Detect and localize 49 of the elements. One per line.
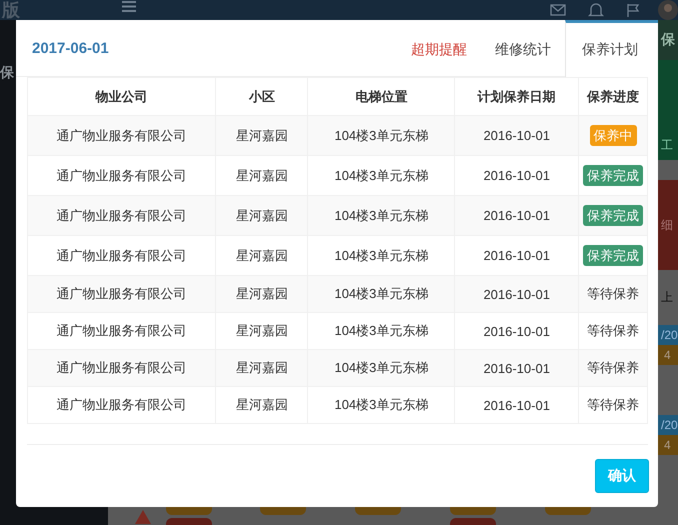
panel-text: 4 — [663, 438, 671, 452]
table-cell: 104楼3单元东梯 — [308, 350, 455, 386]
table-cell: 星河嘉园 — [216, 196, 308, 236]
badge-shape — [166, 518, 212, 525]
bell-icon[interactable] — [588, 3, 604, 17]
tab[interactable]: 超期提醒 — [397, 20, 481, 76]
table-cell: 等待保养 — [578, 276, 648, 312]
menu-icon[interactable] — [122, 0, 136, 12]
tab[interactable]: 维修统计 — [481, 20, 565, 76]
dialog-title: 2017-06-01 — [32, 40, 109, 56]
table-cell: 104楼3单元东梯 — [308, 386, 455, 424]
table-cell: 等待保养 — [578, 350, 648, 386]
mail-icon[interactable] — [550, 4, 566, 16]
table-cell: 等待保养 — [578, 386, 648, 424]
table-cell: 通广物业服务有限公司 — [28, 116, 216, 156]
table-cell: 通广物业服务有限公司 — [28, 386, 216, 424]
table-cell: 2016-10-01 — [454, 350, 578, 386]
table-cell: 星河嘉园 — [216, 116, 308, 156]
table-cell: 星河嘉园 — [216, 350, 308, 386]
status-badge: 保养中 — [590, 125, 636, 146]
panel-text: /20 — [660, 328, 678, 342]
column-header: 物业公司 — [28, 78, 216, 116]
table-cell: 104楼3单元东梯 — [308, 116, 455, 156]
status-badge: 保养完成 — [583, 205, 643, 226]
tab[interactable]: 保养计划 — [565, 20, 658, 77]
column-header: 电梯位置 — [308, 78, 455, 116]
table-cell: 2016-10-01 — [454, 116, 578, 156]
table-cell: 通广物业服务有限公司 — [28, 350, 216, 386]
table-cell: 通广物业服务有限公司 — [28, 276, 216, 312]
table-cell: 2016-10-01 — [454, 386, 578, 424]
panel-text: 工 — [660, 136, 673, 154]
table-cell: 2016-10-01 — [454, 196, 578, 236]
table-cell: 104楼3单元东梯 — [308, 276, 455, 312]
panel-text: 4 — [663, 348, 671, 362]
table-cell: 星河嘉园 — [216, 276, 308, 312]
avatar-icon[interactable] — [658, 0, 678, 20]
panel-text: 上 — [660, 289, 673, 306]
flag-icon[interactable] — [626, 3, 640, 17]
warning-icon — [135, 510, 151, 524]
status-badge: 保养完成 — [583, 245, 643, 266]
table-cell: 2016-10-01 — [454, 276, 578, 312]
badge-shape — [450, 518, 496, 525]
panel-text: 细 — [660, 216, 673, 234]
status-badge: 保养完成 — [583, 165, 643, 186]
table-cell: 104楼3单元东梯 — [308, 196, 455, 236]
panel-text: 保 — [660, 31, 675, 49]
panel-text: /20 — [660, 418, 678, 432]
table-cell: 通广物业服务有限公司 — [28, 196, 216, 236]
table-cell: 星河嘉园 — [216, 386, 308, 424]
